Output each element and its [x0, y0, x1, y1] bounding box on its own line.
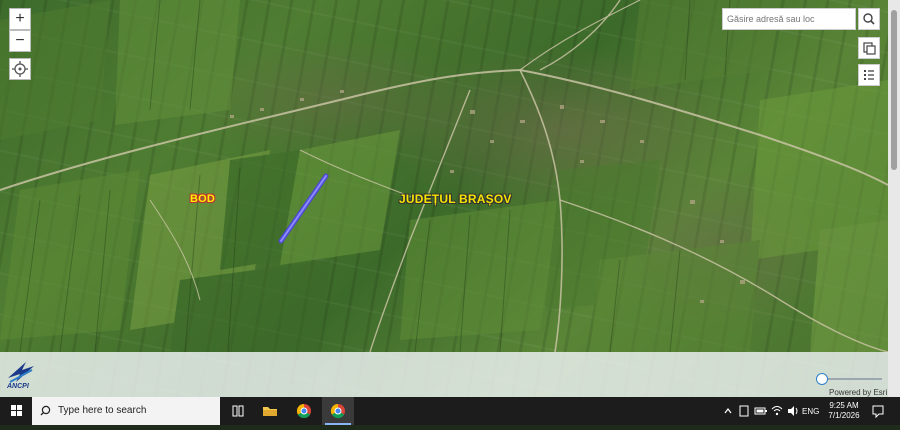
chrome-active-window-button[interactable] — [322, 397, 354, 425]
volume-button[interactable] — [786, 397, 800, 425]
search-icon — [40, 405, 51, 416]
basemap-button[interactable] — [858, 37, 880, 59]
vertical-scrollbar[interactable] — [888, 0, 900, 397]
logo-text: ANCPI — [7, 383, 29, 390]
taskbar-search[interactable]: Type here to search — [32, 397, 220, 425]
taskbar: Type here to search ENG 9:25 AM 7/1/2026 — [0, 397, 900, 425]
notification-icon — [872, 405, 884, 419]
battery-icon — [754, 407, 767, 415]
windows-icon — [11, 405, 22, 416]
scrollbar-thumb[interactable] — [891, 10, 897, 170]
network-button[interactable] — [770, 397, 784, 425]
start-button[interactable] — [0, 397, 32, 425]
battery-button[interactable] — [754, 397, 768, 425]
list-icon — [864, 70, 874, 80]
zoom-in-button[interactable]: + — [9, 8, 31, 30]
chevron-up-icon — [724, 408, 732, 414]
attribution-text: Powered by Esri — [829, 388, 888, 397]
tray-app-button[interactable] — [738, 397, 750, 425]
locate-button[interactable] — [9, 58, 31, 80]
speaker-icon — [788, 406, 798, 416]
map-footer — [0, 352, 888, 397]
map-view[interactable]: BOD JUDEȚUL BRAȘOV + − Găsire adresă sau… — [0, 0, 888, 397]
ancpi-logo-icon — [8, 362, 34, 383]
search-icon — [863, 13, 875, 25]
zoom-out-button[interactable]: − — [9, 30, 31, 52]
file-explorer-button[interactable] — [254, 397, 286, 425]
taskbar-search-placeholder: Type here to search — [58, 405, 147, 416]
crosshair-icon — [12, 61, 28, 77]
search-input[interactable] — [723, 9, 859, 29]
language-indicator[interactable]: ENG — [802, 407, 820, 419]
search-box — [722, 8, 859, 30]
task-view-icon — [232, 405, 244, 417]
tablet-icon — [739, 405, 749, 417]
search-button[interactable] — [858, 8, 880, 30]
clock-date: 7/1/2026 — [828, 411, 860, 420]
locality-label: BOD — [190, 193, 216, 205]
folder-icon — [263, 407, 277, 416]
wifi-icon — [771, 406, 783, 416]
layers-icon — [863, 42, 876, 55]
opacity-slider-track[interactable] — [826, 378, 882, 380]
chrome-icon — [296, 403, 311, 419]
opacity-slider-handle[interactable] — [816, 373, 828, 385]
notifications-button[interactable] — [870, 397, 886, 425]
chrome-icon — [330, 403, 345, 419]
clock[interactable]: 9:25 AM 7/1/2026 — [822, 401, 866, 421]
chrome-button[interactable] — [288, 397, 320, 425]
clock-time: 9:25 AM — [829, 401, 859, 410]
task-view-button[interactable] — [222, 397, 254, 425]
county-label: JUDEȚUL BRAȘOV — [399, 192, 512, 206]
show-hidden-icons-button[interactable] — [722, 397, 734, 425]
legend-button[interactable] — [858, 64, 880, 86]
